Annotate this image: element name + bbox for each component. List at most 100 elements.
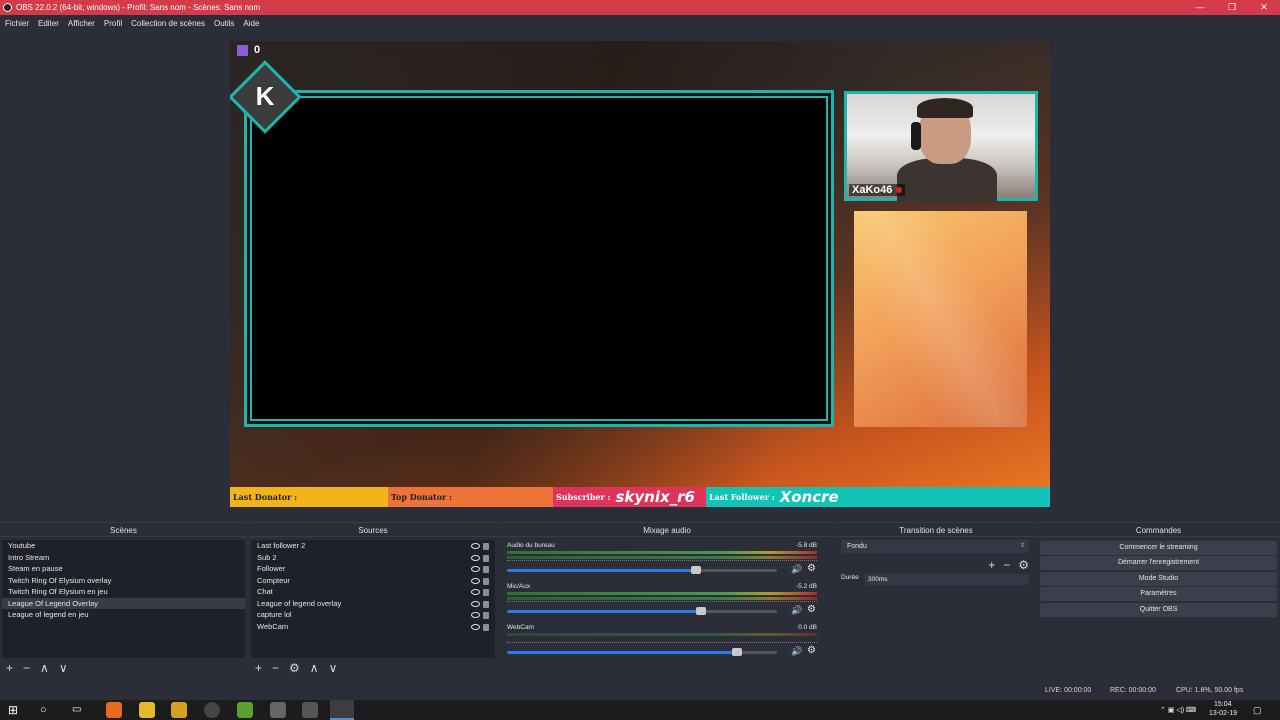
remove-transition-button[interactable]: − bbox=[1003, 558, 1010, 572]
lock-icon[interactable] bbox=[483, 554, 489, 562]
source-item[interactable]: Compteur bbox=[251, 575, 495, 587]
duration-input[interactable]: 300ms bbox=[865, 574, 1029, 585]
twitch-icon bbox=[237, 44, 248, 56]
task-view-icon[interactable]: ▭ bbox=[72, 702, 88, 718]
windows-start-icon[interactable]: ⊞ bbox=[8, 702, 24, 718]
gear-icon[interactable]: ⚙ bbox=[807, 605, 817, 615]
speaker-icon[interactable]: 🔊 bbox=[791, 564, 802, 574]
nvidia-icon[interactable] bbox=[237, 702, 253, 718]
move-scene-down-button[interactable]: ∨ bbox=[59, 660, 68, 676]
lock-icon[interactable] bbox=[483, 543, 489, 550]
steam-icon[interactable] bbox=[330, 700, 354, 720]
source-label: Last follower 2 bbox=[257, 541, 306, 550]
media-player-icon[interactable] bbox=[171, 702, 187, 718]
gear-icon[interactable]: ⚙ bbox=[807, 646, 817, 656]
source-item[interactable]: capture lol bbox=[251, 609, 495, 621]
source-item[interactable]: Sub 2 bbox=[251, 552, 495, 564]
notification-icon[interactable]: ▢ bbox=[1253, 705, 1262, 716]
start-recording-button[interactable]: Démarrer l'enregistrement bbox=[1040, 556, 1277, 570]
menu-outils[interactable]: Outils bbox=[214, 19, 234, 28]
scene-item[interactable]: Intro Stream bbox=[2, 552, 245, 564]
speaker-icon[interactable]: 🔊 bbox=[791, 605, 802, 615]
search-icon[interactable]: ○ bbox=[40, 702, 56, 718]
firefox-icon[interactable] bbox=[106, 702, 122, 718]
app-icon[interactable] bbox=[270, 702, 286, 718]
visibility-eye-icon[interactable] bbox=[471, 566, 480, 572]
remove-source-button[interactable]: − bbox=[272, 660, 279, 676]
rec-timer: REC: 00:00:00 bbox=[1110, 687, 1156, 694]
source-item[interactable]: WebCam bbox=[251, 621, 495, 633]
add-transition-button[interactable]: + bbox=[988, 558, 995, 572]
move-source-up-button[interactable]: ∧ bbox=[310, 660, 319, 676]
menu-profil[interactable]: Profil bbox=[104, 19, 122, 28]
move-scene-up-button[interactable]: ∧ bbox=[40, 660, 49, 676]
level-meter-secondary bbox=[507, 556, 817, 559]
lock-icon[interactable] bbox=[483, 577, 489, 585]
subscriber-segment: Subscriber : skynix_r6 bbox=[553, 487, 706, 507]
tray-icons[interactable]: ⌃ ▣ ◁) ⌨ bbox=[1160, 706, 1196, 714]
minimize-button[interactable]: — bbox=[1184, 0, 1216, 15]
source-item[interactable]: Follower bbox=[251, 563, 495, 575]
visibility-eye-icon[interactable] bbox=[471, 543, 480, 549]
gamepad-icon[interactable] bbox=[302, 702, 318, 718]
transition-tools: + − ⚙ bbox=[980, 558, 1029, 572]
studio-mode-button[interactable]: Mode Studio bbox=[1040, 571, 1277, 586]
add-source-button[interactable]: + bbox=[255, 660, 262, 676]
scene-item[interactable]: Twitch Ring Of Elysium overlay bbox=[2, 575, 245, 587]
preview-canvas[interactable]: 0 K XaKo46 Last Donator : Top Donator : … bbox=[230, 41, 1050, 507]
volume-track-rest bbox=[701, 610, 777, 613]
volume-slider-handle[interactable] bbox=[732, 648, 742, 656]
menu-aide[interactable]: Aide bbox=[243, 19, 259, 28]
lock-icon[interactable] bbox=[483, 566, 489, 573]
speaker-icon[interactable]: 🔊 bbox=[791, 646, 802, 656]
visibility-eye-icon[interactable] bbox=[471, 589, 480, 595]
scene-item[interactable]: League of legend en jeu bbox=[2, 609, 245, 621]
visibility-eye-icon[interactable] bbox=[471, 623, 480, 630]
source-item[interactable]: Last follower 2 bbox=[251, 540, 495, 552]
scene-item[interactable]: Steam en pause bbox=[2, 563, 245, 575]
volume-slider-handle[interactable] bbox=[691, 566, 701, 574]
start-streaming-button[interactable]: Commencer le streaming bbox=[1040, 540, 1277, 555]
close-button[interactable]: ✕ bbox=[1248, 0, 1280, 15]
chat-panel-facet bbox=[854, 211, 1027, 427]
lock-icon[interactable] bbox=[483, 612, 489, 619]
commands-dock: Commandes Commencer le streaming Démarre… bbox=[1037, 522, 1280, 680]
move-source-down-button[interactable]: ∨ bbox=[329, 660, 338, 676]
lock-icon[interactable] bbox=[483, 623, 489, 631]
exit-button[interactable]: Quitter OBS bbox=[1040, 602, 1277, 617]
visibility-eye-icon[interactable] bbox=[471, 600, 480, 607]
meter-ticks bbox=[507, 601, 817, 605]
menu-afficher[interactable]: Afficher bbox=[68, 19, 95, 28]
channel-name: Mic/Aux bbox=[507, 583, 531, 590]
lock-icon[interactable] bbox=[483, 600, 489, 608]
follower-segment: Last Follower : Xoncre bbox=[706, 487, 1050, 507]
settings-button[interactable]: Paramètres bbox=[1040, 587, 1277, 601]
duration-label: Durée bbox=[841, 574, 859, 581]
scene-item-selected[interactable]: League Of Legend Overlay bbox=[2, 597, 245, 609]
scene-item[interactable]: Youtube bbox=[2, 540, 245, 552]
source-item[interactable]: League of legend overlay bbox=[251, 598, 495, 610]
obs-taskbar-icon[interactable] bbox=[204, 702, 220, 718]
file-explorer-icon[interactable] bbox=[139, 702, 155, 718]
transition-select[interactable]: Fondu ⇕ bbox=[841, 540, 1029, 553]
gear-icon[interactable]: ⚙ bbox=[807, 564, 817, 574]
source-item[interactable]: Chat bbox=[251, 586, 495, 598]
remove-scene-button[interactable]: − bbox=[23, 660, 30, 676]
source-properties-gear-icon[interactable]: ⚙ bbox=[289, 660, 300, 676]
visibility-eye-icon[interactable] bbox=[471, 612, 480, 618]
menu-editer[interactable]: Editer bbox=[38, 19, 59, 28]
scene-item[interactable]: Twitch Ring Of Elysium en jeu bbox=[2, 586, 245, 598]
sources-toolbar: + − ⚙ ∧ ∨ bbox=[249, 660, 497, 676]
transition-gear-icon[interactable]: ⚙ bbox=[1018, 558, 1029, 572]
follower-name: Xoncre bbox=[779, 488, 839, 506]
volume-slider-handle[interactable] bbox=[696, 607, 706, 615]
visibility-eye-icon[interactable] bbox=[471, 554, 480, 561]
maximize-button[interactable]: ❐ bbox=[1216, 0, 1248, 15]
menu-fichier[interactable]: Fichier bbox=[5, 19, 29, 28]
visibility-eye-icon[interactable] bbox=[471, 577, 480, 584]
lock-icon[interactable] bbox=[483, 589, 489, 596]
top-donator-label: Top Donator : bbox=[391, 492, 453, 502]
game-capture-frame bbox=[244, 90, 834, 427]
menu-collection-scenes[interactable]: Collection de scènes bbox=[131, 19, 205, 28]
add-scene-button[interactable]: + bbox=[6, 660, 13, 676]
